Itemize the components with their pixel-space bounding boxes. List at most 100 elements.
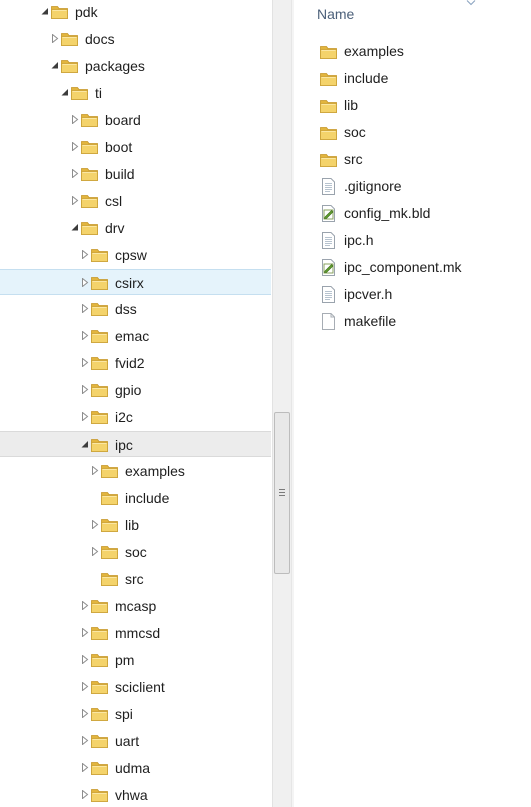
tree-item-mcasp[interactable]: mcasp <box>0 593 271 619</box>
collapsed-triangle-icon[interactable] <box>81 709 89 718</box>
tree-item-uart[interactable]: uart <box>0 728 271 754</box>
tree-item-dss[interactable]: dss <box>0 296 271 322</box>
folder-icon <box>91 735 108 748</box>
tree-item-csirx[interactable]: csirx <box>0 269 271 295</box>
collapsed-triangle-icon[interactable] <box>81 385 89 394</box>
collapsed-triangle-icon[interactable] <box>81 736 89 745</box>
tree-item-board[interactable]: board <box>0 107 271 133</box>
file-item-makefile[interactable]: makefile <box>294 308 531 335</box>
collapsed-triangle-icon[interactable] <box>91 547 99 556</box>
tree-item-label: emac <box>115 328 150 344</box>
tree-item-ti[interactable]: ti <box>0 80 271 106</box>
tree-item-label: lib <box>125 517 140 533</box>
tree-item-mmcsd[interactable]: mmcsd <box>0 620 271 646</box>
folder-icon <box>91 789 108 802</box>
tree-item-soc[interactable]: soc <box>0 539 271 565</box>
expanded-triangle-icon[interactable] <box>51 61 59 70</box>
tree-item-docs[interactable]: docs <box>0 26 271 52</box>
file-item-ipcver.h[interactable]: ipcver.h <box>294 281 531 308</box>
folder-icon <box>81 195 98 208</box>
file-item-dot-gitignore[interactable]: .gitignore <box>294 173 531 200</box>
folder-icon <box>81 141 98 154</box>
file-item-ipc.h[interactable]: ipc.h <box>294 227 531 254</box>
collapsed-triangle-icon[interactable] <box>81 601 89 610</box>
file-item-label: ipcver.h <box>344 286 393 302</box>
tree-item-examples[interactable]: examples <box>0 458 271 484</box>
tree-item-label: mmcsd <box>115 625 161 641</box>
tree-item-include[interactable]: include <box>0 485 271 511</box>
tree-item-pdk[interactable]: pdk <box>0 0 271 25</box>
file-item-examples[interactable]: examples <box>294 38 531 65</box>
file-item-label: lib <box>344 97 359 113</box>
collapsed-triangle-icon[interactable] <box>81 358 89 367</box>
collapsed-triangle-icon[interactable] <box>81 790 89 799</box>
folder-icon <box>91 600 108 613</box>
tree-item-csl[interactable]: csl <box>0 188 271 214</box>
tree-item-emac[interactable]: emac <box>0 323 271 349</box>
collapsed-triangle-icon[interactable] <box>81 331 89 340</box>
folder-icon <box>101 519 118 532</box>
file-item-label: include <box>344 70 389 86</box>
expanded-triangle-icon[interactable] <box>61 88 69 97</box>
scrollbar-thumb[interactable] <box>274 412 290 574</box>
collapsed-triangle-icon[interactable] <box>81 412 89 421</box>
file-item-label: ipc.h <box>344 232 374 248</box>
collapsed-triangle-icon[interactable] <box>71 142 79 151</box>
collapsed-triangle-icon[interactable] <box>51 34 59 43</box>
collapsed-triangle-icon[interactable] <box>91 520 99 529</box>
collapsed-triangle-icon[interactable] <box>81 628 89 637</box>
text-file-icon <box>322 232 335 249</box>
file-item-lib[interactable]: lib <box>294 92 531 119</box>
expanded-triangle-icon[interactable] <box>71 223 79 232</box>
tree-item-fvid2[interactable]: fvid2 <box>0 350 271 376</box>
collapsed-triangle-icon[interactable] <box>81 682 89 691</box>
tree-item-drv[interactable]: drv <box>0 215 271 241</box>
tree-item-label: uart <box>115 733 140 749</box>
collapsed-triangle-icon[interactable] <box>71 196 79 205</box>
folder-icon <box>61 33 78 46</box>
tree-item-sciclient[interactable]: sciclient <box>0 674 271 700</box>
folder-icon <box>101 546 118 559</box>
tree-item-label: ipc <box>115 437 133 453</box>
collapsed-triangle-icon[interactable] <box>81 304 89 313</box>
tree-item-src[interactable]: src <box>0 566 271 592</box>
tree-item-lib[interactable]: lib <box>0 512 271 538</box>
tree-item-cpsw[interactable]: cpsw <box>0 242 271 268</box>
collapsed-triangle-icon[interactable] <box>81 655 89 664</box>
collapsed-triangle-icon[interactable] <box>71 115 79 124</box>
file-item-soc[interactable]: soc <box>294 119 531 146</box>
folder-icon <box>91 303 108 316</box>
folder-icon <box>320 100 337 113</box>
file-item-include[interactable]: include <box>294 65 531 92</box>
collapsed-triangle-icon[interactable] <box>81 250 89 259</box>
tree-item-packages[interactable]: packages <box>0 53 271 79</box>
file-item-config_mk.bld[interactable]: config_mk.bld <box>294 200 531 227</box>
file-list-pane: Name examples include lib soc src .gitignore c… <box>294 0 531 807</box>
tree-item-udma[interactable]: udma <box>0 755 271 781</box>
tree-item-vhwa[interactable]: vhwa <box>0 782 271 807</box>
collapsed-triangle-icon[interactable] <box>81 278 89 287</box>
tree-item-label: build <box>105 166 135 182</box>
expanded-triangle-icon[interactable] <box>41 7 49 16</box>
collapsed-triangle-icon[interactable] <box>81 763 89 772</box>
tree-item-build[interactable]: build <box>0 161 271 187</box>
tree-item-label: src <box>125 571 144 587</box>
tree-item-i2c[interactable]: i2c <box>0 404 271 430</box>
tree-item-label: soc <box>125 544 147 560</box>
file-item-ipc_component.mk[interactable]: ipc_component.mk <box>294 254 531 281</box>
tree-item-pm[interactable]: pm <box>0 647 271 673</box>
expanded-triangle-icon[interactable] <box>81 440 89 449</box>
tree-item-gpio[interactable]: gpio <box>0 377 271 403</box>
collapsed-triangle-icon[interactable] <box>91 466 99 475</box>
tree-item-label: udma <box>115 760 151 776</box>
collapsed-triangle-icon[interactable] <box>71 169 79 178</box>
folder-icon <box>91 411 108 424</box>
tree-item-boot[interactable]: boot <box>0 134 271 160</box>
file-item-src[interactable]: src <box>294 146 531 173</box>
tree-item-label: dss <box>115 301 137 317</box>
tree-item-spi[interactable]: spi <box>0 701 271 727</box>
tree-vertical-scrollbar[interactable] <box>272 0 291 807</box>
tree-item-ipc[interactable]: ipc <box>0 431 271 457</box>
tree-item-label: docs <box>85 31 115 47</box>
name-column-header[interactable]: Name <box>317 6 354 22</box>
